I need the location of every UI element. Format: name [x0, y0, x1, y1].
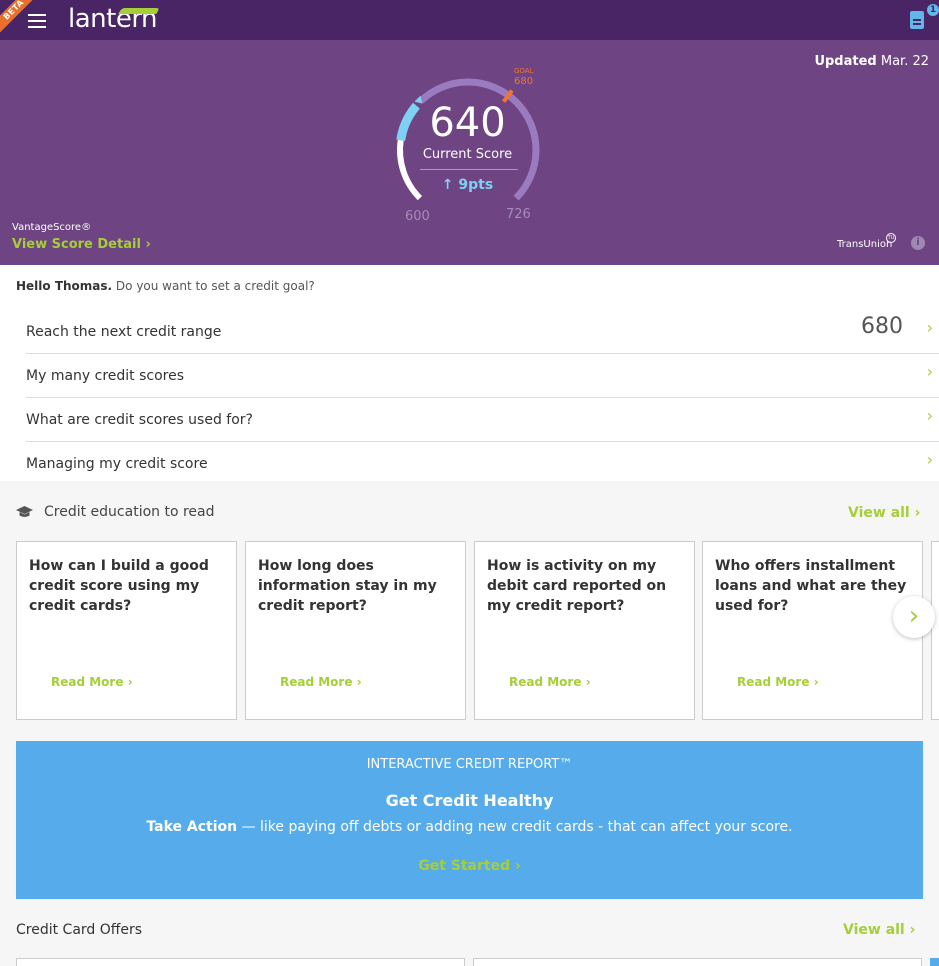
score-hero: Updated Mar. 22 GOAL 680 640 Current Sco…	[0, 40, 939, 265]
education-card[interactable]: How can I build a good credit score usin…	[16, 541, 237, 720]
chevron-right-icon: ›	[585, 675, 591, 689]
goal-item-label: Reach the next credit range	[26, 324, 222, 340]
info-icon[interactable]: i	[911, 236, 925, 250]
greeting: Hello Thomas. Do you want to set a credi…	[16, 279, 315, 293]
logo-swoosh	[118, 8, 160, 14]
chevron-right-icon: ›	[127, 675, 133, 689]
document-icon[interactable]	[910, 11, 924, 29]
credit-card-offers-title: Credit Card Offers	[16, 922, 143, 938]
goal-item-managing-score[interactable]: Managing my credit score ›	[26, 442, 939, 486]
education-card[interactable]: How is activity on my debit card reporte…	[474, 541, 695, 720]
notification-badge[interactable]: 1	[927, 4, 939, 16]
read-more-label: Read More	[737, 675, 810, 689]
credit-report-banner: INTERACTIVE CREDIT REPORT™ Get Credit He…	[16, 741, 923, 899]
updated-date: Updated Mar. 22	[814, 54, 929, 69]
read-more-link[interactable]: Read More ›	[280, 675, 362, 689]
education-title: Credit education to read	[44, 504, 215, 520]
chevron-right-icon: ›	[514, 858, 521, 874]
offer-card-peek[interactable]	[473, 958, 922, 966]
education-card[interactable]: Who offers installment loans and what ar…	[702, 541, 923, 720]
goal-item-label: What are credit scores used for?	[26, 412, 253, 428]
view-score-detail-link[interactable]: View Score Detail ›	[12, 237, 151, 252]
chevron-right-icon: ›	[145, 237, 151, 252]
top-bar: BETA lantern 1	[0, 0, 939, 40]
banner-eyebrow: INTERACTIVE CREDIT REPORT™	[366, 757, 573, 772]
score-label: Current Score	[422, 147, 513, 162]
goal-label: GOAL	[514, 67, 534, 75]
range-min: 600	[405, 209, 430, 224]
read-more-label: Read More	[51, 675, 124, 689]
banner-heading: Get Credit Healthy	[385, 791, 554, 810]
goal-value: 680	[514, 76, 534, 87]
education-card[interactable]: How long does information stay in my cre…	[245, 541, 466, 720]
banner-body-bold: Take Action	[146, 819, 238, 835]
read-more-link[interactable]: Read More ›	[51, 675, 133, 689]
card-question: How long does information stay in my cre…	[258, 558, 437, 614]
vantage-score-label: VantageScore®	[12, 222, 92, 233]
hamburger-icon[interactable]	[28, 14, 46, 28]
offer-card-peek[interactable]	[16, 958, 465, 966]
goal-item-label: My many credit scores	[26, 368, 185, 384]
chevron-right-icon: ›	[926, 318, 933, 337]
chevron-right-icon: ›	[926, 450, 933, 469]
goal-item-label: Managing my credit score	[26, 456, 208, 472]
score-change: ↑ 9pts	[441, 177, 494, 193]
goal-list: Reach the next credit range 680 › My man…	[26, 310, 939, 486]
updated-value: Mar. 22	[880, 54, 929, 69]
education-view-all-link[interactable]: View all ›	[848, 505, 920, 521]
carousel-next-button[interactable]: ›	[893, 596, 935, 638]
banner-body-rest: — like paying off debts or adding new cr…	[237, 819, 793, 835]
chevron-right-icon: ›	[356, 675, 362, 689]
greeting-question: Do you want to set a credit goal?	[112, 279, 315, 293]
transunion-logo: TransUnion	[837, 239, 893, 250]
card-question: How is activity on my debit card reporte…	[487, 558, 667, 614]
banner-body: Take Action — like paying off debts or a…	[16, 819, 923, 835]
card-question: Who offers installment loans and what ar…	[715, 558, 907, 614]
current-score: 640	[429, 100, 506, 146]
chevron-right-icon: ›	[926, 406, 933, 425]
chevron-right-icon: ›	[909, 922, 916, 938]
read-more-link[interactable]: Read More ›	[509, 675, 591, 689]
goal-item-value: 680	[861, 314, 903, 339]
goal-item-many-scores[interactable]: My many credit scores ›	[26, 354, 939, 398]
greeting-name: Hello Thomas.	[16, 279, 113, 293]
education-card-peek	[931, 541, 939, 720]
chevron-right-icon: ›	[914, 505, 921, 521]
score-divider	[420, 169, 518, 170]
chevron-right-icon: ›	[926, 362, 933, 381]
read-more-label: Read More	[509, 675, 582, 689]
offer-card-accent	[930, 958, 939, 966]
chevron-right-icon: ›	[813, 675, 819, 689]
read-more-link[interactable]: Read More ›	[737, 675, 819, 689]
transunion-mark: TU	[886, 233, 896, 243]
card-question: How can I build a good credit score usin…	[29, 558, 209, 614]
get-started-label: Get Started	[418, 858, 511, 874]
goal-item-next-range[interactable]: Reach the next credit range 680 ›	[26, 310, 939, 354]
graduation-cap-icon	[16, 506, 33, 517]
range-max: 726	[506, 207, 531, 222]
updated-label: Updated	[814, 54, 877, 69]
get-started-link[interactable]: Get Started ›	[16, 858, 923, 874]
education-section: Credit education to read View all › How …	[0, 481, 939, 966]
offers-view-all-link[interactable]: View all ›	[843, 922, 915, 938]
goal-item-scores-used-for[interactable]: What are credit scores used for? ›	[26, 398, 939, 442]
score-gauge: GOAL 680 640 Current Score ↑ 9pts 600 72…	[390, 65, 550, 235]
read-more-label: Read More	[280, 675, 353, 689]
view-score-detail-label: View Score Detail	[12, 237, 141, 252]
view-all-label: View all	[848, 505, 910, 521]
view-all-label: View all	[843, 922, 905, 938]
